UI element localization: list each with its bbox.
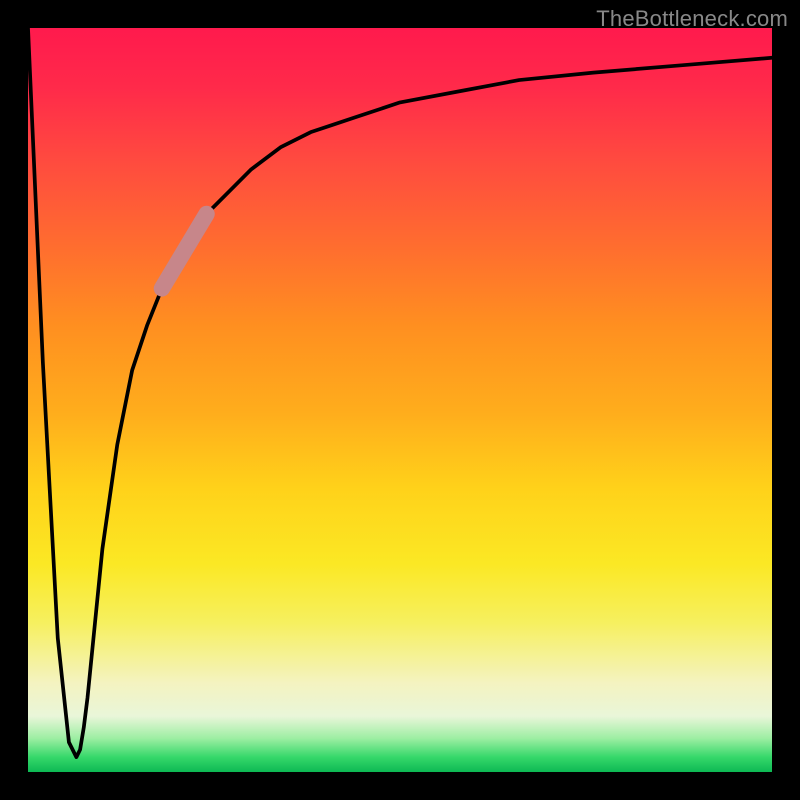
plot-area [28, 28, 772, 772]
bottleneck-curve [28, 28, 772, 757]
curve-layer [28, 28, 772, 772]
highlight-segment [162, 214, 207, 288]
chart-frame: TheBottleneck.com [0, 0, 800, 800]
watermark-text: TheBottleneck.com [596, 6, 788, 32]
